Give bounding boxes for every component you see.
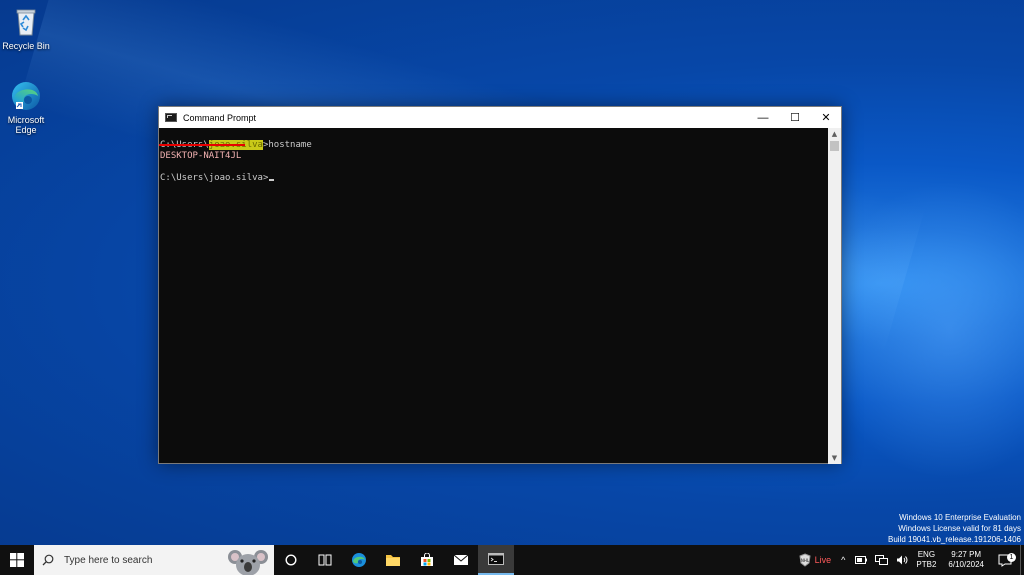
desktop-icon-recycle-bin[interactable]: Recycle Bin [0, 6, 52, 51]
desktop: Recycle Bin Microsoft Edge Command Promp… [0, 0, 1024, 545]
taskbar: Type here to search NHL Live ^ ENG PTB2 … [0, 545, 1024, 575]
show-hidden-icons-button[interactable]: ^ [835, 555, 851, 565]
live-label: Live [814, 555, 832, 565]
start-button[interactable] [0, 545, 34, 575]
watermark-line: Windows 10 Enterprise Evaluation [899, 513, 1021, 522]
language-indicator[interactable]: ENG PTB2 [912, 550, 940, 570]
windows-evaluation-watermark: Windows 10 Enterprise Evaluation Windows… [888, 512, 1021, 545]
desktop-icon-label: Microsoft Edge [7, 115, 45, 135]
battery-button[interactable] [851, 556, 871, 564]
speaker-icon [897, 555, 908, 565]
close-button[interactable]: ✕ [811, 107, 841, 128]
nhl-shield-icon: NHL [799, 553, 811, 567]
keyboard-layout: PTB2 [916, 560, 937, 569]
network-monitor-icon [875, 554, 889, 565]
task-view-button[interactable] [308, 545, 342, 575]
taskbar-command-prompt[interactable] [478, 545, 514, 575]
red-underline-annotation [159, 144, 245, 146]
mail-icon [453, 554, 469, 565]
koala-mascot-icon [228, 550, 268, 575]
current-prompt: C:\Users\joao.silva> [160, 173, 269, 183]
svg-text:NHL: NHL [801, 558, 810, 563]
battery-icon [855, 556, 868, 564]
light-glow [820, 180, 1024, 480]
hostname-output: DESKTOP-NAIT4JL [160, 151, 242, 161]
edge-icon [352, 553, 366, 567]
system-tray: NHL Live ^ ENG PTB2 9:27 PM 6/10/2024 1 [794, 545, 1024, 575]
window-title: Command Prompt [183, 112, 257, 123]
taskbar-store[interactable] [410, 545, 444, 575]
text-cursor [269, 179, 275, 181]
network-button[interactable] [871, 554, 892, 566]
edge-icon [10, 80, 42, 112]
recycle-bin-icon [10, 6, 42, 38]
taskbar-edge[interactable] [342, 545, 376, 575]
taskbar-mail[interactable] [444, 545, 478, 575]
notification-badge: 1 [1007, 552, 1016, 562]
maximize-button[interactable]: ☐ [779, 107, 811, 128]
clock-date: 6/10/2024 [948, 560, 984, 569]
folder-icon [386, 555, 400, 566]
cortana-circle-icon [285, 554, 297, 566]
clock-time: 9:27 PM [951, 550, 982, 559]
task-view-icon [318, 554, 332, 566]
scroll-up-icon[interactable]: ▲ [828, 128, 841, 140]
command-prompt-window[interactable]: Command Prompt — ☐ ✕ C:\Users\joao.silva… [158, 106, 842, 464]
taskbar-file-explorer[interactable] [376, 545, 410, 575]
scroll-thumb[interactable] [830, 141, 839, 151]
language-code: ENG [917, 550, 936, 559]
tray-nhl-live[interactable]: NHL Live [794, 553, 836, 567]
scroll-down-icon[interactable]: ▼ [828, 452, 841, 464]
volume-button[interactable] [892, 555, 912, 565]
show-desktop-button[interactable] [1020, 545, 1024, 575]
hostname-command: >hostname [262, 140, 312, 150]
vertical-scrollbar[interactable]: ▲ ▼ [828, 128, 841, 464]
taskbar-search[interactable]: Type here to search [34, 545, 274, 575]
watermark-line: Build 19041.vb_release.191206-1406 [888, 535, 1021, 544]
minimize-button[interactable]: — [747, 107, 779, 128]
desktop-icon-edge[interactable]: Microsoft Edge [0, 80, 52, 135]
windows-logo-icon [10, 553, 24, 567]
search-icon [42, 554, 54, 566]
cmd-icon [165, 113, 177, 122]
watermark-line: Windows License valid for 81 days [898, 524, 1021, 533]
clock[interactable]: 9:27 PM 6/10/2024 [940, 550, 992, 570]
action-center-button[interactable]: 1 [992, 552, 1020, 567]
window-titlebar[interactable]: Command Prompt — ☐ ✕ [159, 107, 841, 128]
console-output[interactable]: C:\Users\joao.silva>hostname DESKTOP-NAI… [159, 128, 829, 464]
desktop-icon-label: Recycle Bin [2, 41, 50, 51]
cortana-button[interactable] [274, 545, 308, 575]
cmd-icon [488, 553, 504, 565]
chevron-up-icon: ^ [841, 555, 846, 565]
search-placeholder: Type here to search [64, 554, 153, 566]
store-bag-icon [421, 553, 433, 566]
console-line-3: C:\Users\joao.silva> [160, 173, 275, 183]
